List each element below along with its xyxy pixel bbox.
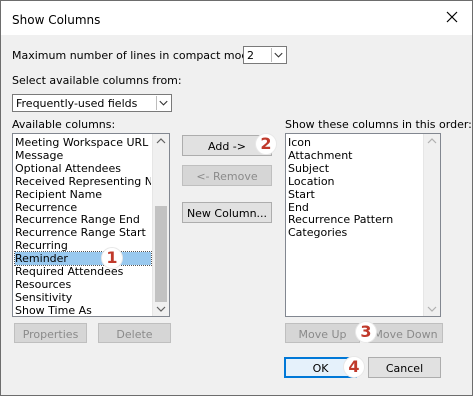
max-lines-select[interactable]: 2	[243, 46, 287, 64]
shown-columns-list[interactable]: Icon Attachment Subject Location Start End Rec…	[285, 133, 441, 317]
close-icon[interactable]	[444, 9, 460, 25]
list-item[interactable]: Meeting Workspace URL	[15, 136, 151, 149]
scroll-down-icon[interactable]	[424, 302, 440, 316]
scroll-up-icon[interactable]	[153, 134, 169, 148]
available-scrollbar[interactable]	[152, 134, 169, 316]
list-item[interactable]: Required Attendees	[15, 265, 151, 278]
chevron-down-icon	[156, 96, 168, 110]
list-item[interactable]: Message	[15, 149, 151, 162]
properties-button-label: Properties	[22, 328, 79, 341]
list-item[interactable]: Show Time As	[15, 304, 151, 316]
step-marker-2: 2	[255, 133, 277, 155]
list-item[interactable]: Icon	[288, 136, 422, 149]
list-item[interactable]: Start	[288, 188, 422, 201]
delete-button-label: Delete	[116, 328, 153, 341]
delete-button[interactable]: Delete	[98, 323, 171, 343]
max-lines-label: Maximum number of lines in compact mode:	[12, 49, 259, 62]
remove-button-label: <- Remove	[196, 170, 258, 183]
cancel-button-label: Cancel	[385, 362, 424, 375]
list-item[interactable]: Resources	[15, 278, 151, 291]
list-item[interactable]: End	[288, 201, 422, 214]
cancel-button[interactable]: Cancel	[368, 357, 441, 378]
list-item[interactable]: Optional Attendees	[15, 162, 151, 175]
source-value: Frequently-used fields	[16, 97, 138, 110]
title-bar: Show Columns	[1, 1, 472, 35]
list-item[interactable]: Location	[288, 175, 422, 188]
shown-columns-label: Show these columns in this order:	[285, 118, 472, 131]
move-down-button-label: Move Down	[373, 328, 438, 341]
step-marker-1: 1	[101, 247, 123, 269]
step-marker-4: 4	[343, 356, 365, 378]
new-column-button[interactable]: New Column...	[182, 202, 272, 223]
list-item[interactable]: Recurrence	[15, 201, 151, 214]
list-item[interactable]: Recurring	[15, 239, 151, 252]
scroll-up-icon[interactable]	[424, 134, 440, 148]
list-item[interactable]: Recurrence Range Start	[15, 226, 151, 239]
available-columns-label: Available columns:	[12, 118, 116, 131]
move-down-button[interactable]: Move Down	[368, 323, 443, 343]
move-up-button-label: Move Up	[298, 328, 347, 341]
list-item[interactable]: Recurrence Pattern	[288, 213, 422, 226]
properties-button[interactable]: Properties	[14, 323, 87, 343]
available-columns-list[interactable]: Meeting Workspace URL Message Optional Att…	[12, 133, 170, 317]
shown-scrollbar[interactable]	[423, 134, 440, 316]
dialog-title: Show Columns	[12, 13, 101, 27]
list-item[interactable]: Subject	[288, 162, 422, 175]
list-item[interactable]: Recipient Name	[15, 188, 151, 201]
list-item[interactable]: Sensitivity	[15, 291, 151, 304]
remove-button[interactable]: <- Remove	[182, 165, 272, 186]
source-label: Select available columns from:	[12, 74, 182, 87]
list-item[interactable]: Reminder	[14, 251, 152, 267]
chevron-down-icon	[271, 48, 283, 62]
step-marker-3: 3	[355, 321, 377, 343]
list-item[interactable]: Received Representing Na	[15, 175, 151, 188]
move-up-button[interactable]: Move Up	[285, 323, 360, 343]
source-select[interactable]: Frequently-used fields	[12, 94, 172, 112]
new-column-button-label: New Column...	[186, 207, 268, 220]
list-item[interactable]: Categories	[288, 226, 422, 239]
list-item[interactable]: Attachment	[288, 149, 422, 162]
scroll-down-icon[interactable]	[153, 302, 169, 316]
list-item[interactable]: Recurrence Range End	[15, 213, 151, 226]
max-lines-value: 2	[247, 49, 254, 62]
scroll-thumb[interactable]	[155, 206, 167, 302]
show-columns-dialog: Show Columns Maximum number of lines in …	[0, 0, 473, 396]
